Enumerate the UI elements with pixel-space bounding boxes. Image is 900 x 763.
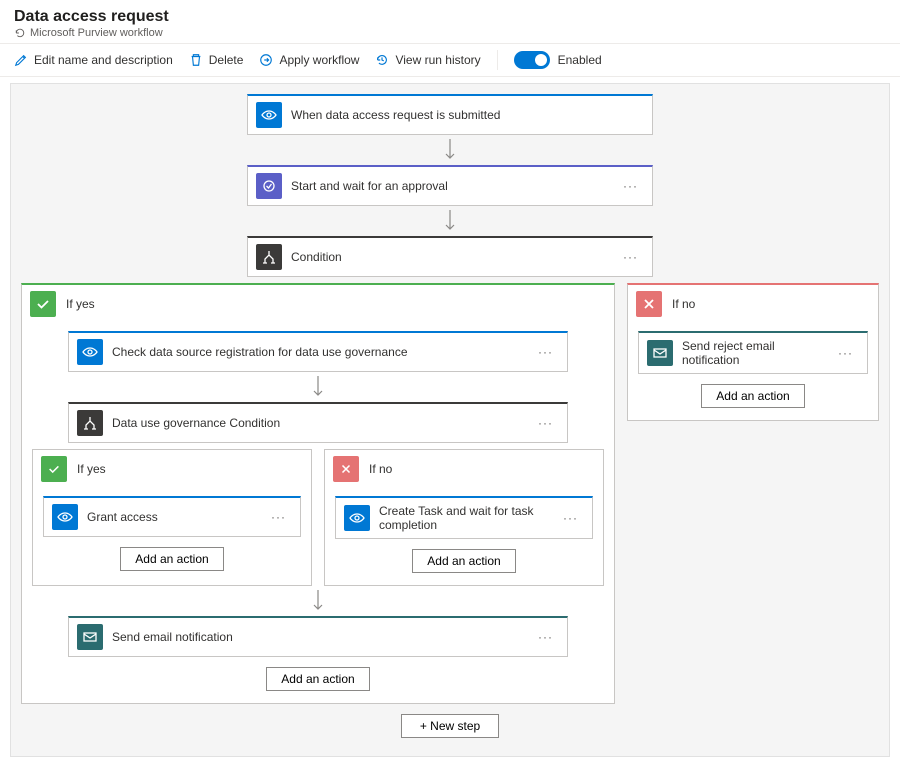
- add-action-button[interactable]: Add an action: [120, 547, 223, 571]
- create-task-title: Create Task and wait for task completion: [379, 504, 548, 532]
- more-icon[interactable]: ···: [532, 416, 559, 430]
- approval-card[interactable]: Start and wait for an approval ···: [247, 165, 653, 206]
- trigger-title: When data access request is submitted: [291, 108, 644, 122]
- workflow-canvas: When data access request is submitted St…: [10, 83, 890, 757]
- delete-button[interactable]: Delete: [189, 51, 244, 69]
- send-email-card[interactable]: Send email notification ···: [68, 616, 568, 657]
- check-icon: [30, 291, 56, 317]
- more-icon[interactable]: ···: [532, 345, 559, 359]
- check-reg-title: Check data source registration for data …: [112, 345, 523, 359]
- trigger-card[interactable]: When data access request is submitted: [247, 94, 653, 135]
- grant-title: Grant access: [87, 510, 256, 524]
- enabled-toggle[interactable]: [514, 51, 550, 69]
- eye-icon: [52, 504, 78, 530]
- send-reject-card[interactable]: Send reject email notification ···: [638, 331, 868, 374]
- eye-icon: [344, 505, 370, 531]
- trash-icon: [189, 53, 203, 67]
- dug-cond-title: Data use governance Condition: [112, 416, 523, 430]
- branch-icon: [256, 244, 282, 270]
- inner-if-no: If no Create Task and wait for task comp…: [324, 449, 604, 586]
- delete-label: Delete: [209, 53, 244, 67]
- if-yes-label: If yes: [66, 297, 95, 311]
- more-icon[interactable]: ···: [557, 511, 584, 525]
- more-icon[interactable]: ···: [265, 510, 292, 524]
- more-icon[interactable]: ···: [617, 179, 644, 193]
- add-action-button[interactable]: Add an action: [701, 384, 804, 408]
- inner-no-label: If no: [369, 462, 392, 476]
- apply-button[interactable]: Apply workflow: [259, 51, 359, 69]
- approval-title: Start and wait for an approval: [291, 179, 608, 193]
- arrow-icon: [444, 206, 456, 236]
- mail-icon: [647, 340, 673, 366]
- arrow-icon: [312, 372, 324, 402]
- more-icon[interactable]: ···: [532, 630, 559, 644]
- condition-title: Condition: [291, 250, 608, 264]
- history-label: View run history: [395, 53, 480, 67]
- x-icon: [333, 456, 359, 482]
- mail-icon: [77, 624, 103, 650]
- edit-label: Edit name and description: [34, 53, 173, 67]
- inner-yes-label: If yes: [77, 462, 106, 476]
- send-email-title: Send email notification: [112, 630, 523, 644]
- eye-icon: [77, 339, 103, 365]
- apply-label: Apply workflow: [279, 53, 359, 67]
- arrow-icon: [312, 586, 324, 616]
- inner-if-yes: If yes Grant access ···: [32, 449, 312, 586]
- refresh-icon: [14, 27, 26, 39]
- add-action-button[interactable]: Add an action: [412, 549, 515, 573]
- eye-icon: [256, 102, 282, 128]
- branch-icon: [77, 410, 103, 436]
- more-icon[interactable]: ···: [617, 250, 644, 264]
- condition-card[interactable]: Condition ···: [247, 236, 653, 277]
- new-step-button[interactable]: + New step: [401, 714, 499, 738]
- history-button[interactable]: View run history: [375, 51, 480, 69]
- grant-access-card[interactable]: Grant access ···: [43, 496, 301, 537]
- dug-condition-card[interactable]: Data use governance Condition ···: [68, 402, 568, 443]
- send-reject-title: Send reject email notification: [682, 339, 823, 367]
- approval-icon: [256, 173, 282, 199]
- toolbar-divider: [497, 50, 498, 70]
- toolbar: Edit name and description Delete Apply w…: [0, 43, 900, 77]
- history-icon: [375, 53, 389, 67]
- more-icon[interactable]: ···: [832, 346, 859, 360]
- arrow-icon: [444, 135, 456, 165]
- subtitle: Microsoft Purview workflow: [30, 27, 163, 39]
- arrow-right-circle-icon: [259, 53, 273, 67]
- edit-button[interactable]: Edit name and description: [14, 51, 173, 69]
- page-title: Data access request: [14, 8, 886, 26]
- if-yes-branch: If yes Check data source registration fo…: [21, 283, 615, 704]
- x-icon: [636, 291, 662, 317]
- if-no-branch: If no Send reject email notification ···…: [627, 283, 879, 421]
- create-task-card[interactable]: Create Task and wait for task completion…: [335, 496, 593, 539]
- check-icon: [41, 456, 67, 482]
- check-registration-card[interactable]: Check data source registration for data …: [68, 331, 568, 372]
- add-action-button[interactable]: Add an action: [266, 667, 369, 691]
- pencil-icon: [14, 53, 28, 67]
- enabled-label: Enabled: [558, 53, 602, 67]
- if-no-label: If no: [672, 297, 695, 311]
